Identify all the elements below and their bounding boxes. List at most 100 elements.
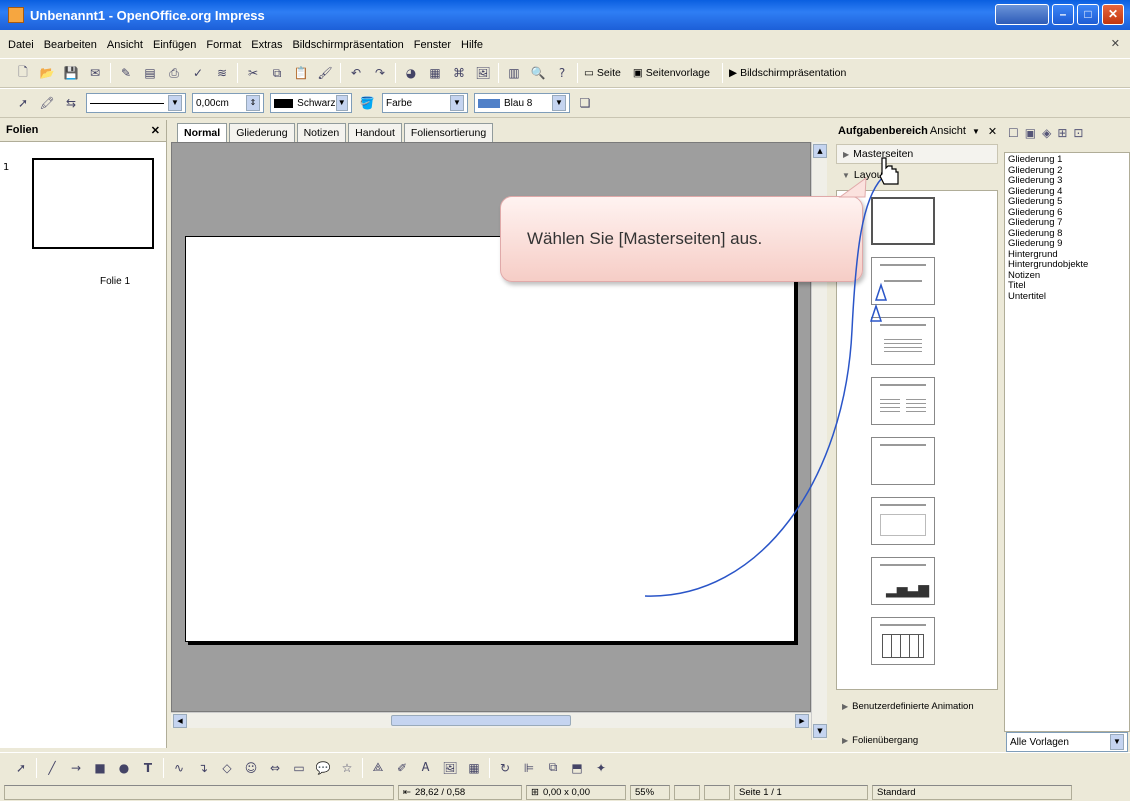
chart-icon[interactable]: ◕ (402, 64, 420, 82)
menu-datei[interactable]: Datei (8, 39, 34, 51)
style-item[interactable]: Gliederung 9 (1008, 238, 1126, 250)
extrusion-icon[interactable]: ⬒ (568, 759, 586, 777)
menu-extras[interactable]: Extras (251, 39, 282, 51)
navigator-icon[interactable]: ⌘ (450, 64, 468, 82)
grid-icon[interactable]: ▥ (505, 64, 523, 82)
tab-gliederung[interactable]: Gliederung (229, 123, 295, 142)
tab-handout[interactable]: Handout (348, 123, 402, 142)
fill-type-select[interactable]: Farbe ▼ (382, 93, 468, 113)
rotate-icon[interactable]: ↻ (496, 759, 514, 777)
rectangle-icon[interactable]: ■ (91, 759, 109, 777)
scroll-right-icon[interactable]: ▶ (795, 714, 809, 728)
graphics-styles-icon[interactable]: ☐ (1008, 126, 1019, 140)
layout-blank[interactable] (871, 197, 935, 245)
close-document-icon[interactable]: ✕ (1111, 37, 1120, 50)
style-item[interactable]: Gliederung 1 (1008, 154, 1126, 166)
pdf-export-icon[interactable]: ▤ (141, 64, 159, 82)
update-style-icon[interactable]: ⊡ (1073, 126, 1083, 140)
block-arrows-icon[interactable]: ⇔ (266, 759, 284, 777)
seite-button[interactable]: ▭ Seite (584, 67, 621, 79)
line-color-select[interactable]: Schwarz ▼ (270, 93, 352, 113)
arrow-line-icon[interactable]: → (67, 759, 85, 777)
close-task-pane-icon[interactable]: ✕ (988, 125, 997, 138)
curve-icon[interactable]: ∿ (170, 759, 188, 777)
gallery-icon[interactable]: ▦ (465, 759, 483, 777)
maximize-button[interactable]: □ (1077, 4, 1099, 25)
open-icon[interactable]: 📂 (38, 64, 56, 82)
layouts-section[interactable]: ▼ Layouts (836, 166, 998, 184)
menu-fenster[interactable]: Fenster (414, 39, 451, 51)
style-item[interactable]: Untertitel (1008, 291, 1126, 303)
format-paintbrush-icon[interactable]: 🖌 (316, 64, 334, 82)
glue-points-icon[interactable]: ✐ (393, 759, 411, 777)
print-icon[interactable]: ⎙ (165, 64, 183, 82)
flowchart-icon[interactable]: ▭ (290, 759, 308, 777)
view-menu-arrow-icon[interactable]: ▼ (972, 127, 980, 136)
task-pane-view-menu[interactable]: Ansicht (930, 125, 966, 137)
layout-title-only[interactable] (871, 437, 935, 485)
tab-foliensortierung[interactable]: Foliensortierung (403, 123, 494, 142)
gallery-icon[interactable]: 🖼 (474, 64, 492, 82)
menu-bearbeiten[interactable]: Bearbeiten (44, 39, 97, 51)
points-icon[interactable]: ⟁ (369, 759, 387, 777)
shadow-icon[interactable]: ❏ (576, 94, 594, 112)
scroll-left-icon[interactable]: ◀ (173, 714, 187, 728)
ellipse-icon[interactable]: ● (115, 759, 133, 777)
tab-normal[interactable]: Normal (177, 123, 228, 142)
animation-icon[interactable]: ✦ (592, 759, 610, 777)
callouts-icon[interactable]: 💬 (314, 759, 332, 777)
layout-title-list[interactable] (871, 317, 935, 365)
spellcheck-icon[interactable]: ✓ (189, 64, 207, 82)
autospell-icon[interactable]: ≋ (213, 64, 231, 82)
layout-title-content[interactable] (871, 257, 935, 305)
horizontal-scrollbar[interactable]: ◀ ▶ (171, 712, 811, 728)
symbol-shapes-icon[interactable]: ☺ (242, 759, 260, 777)
basic-shapes-icon[interactable]: ◇ (218, 759, 236, 777)
new-icon[interactable]: 🗋 (14, 64, 32, 82)
menu-hilfe[interactable]: Hilfe (461, 39, 483, 51)
save-icon[interactable]: 💾 (62, 64, 80, 82)
new-style-icon[interactable]: ⊞ (1057, 126, 1067, 140)
minimize-button[interactable]: – (1052, 4, 1074, 25)
zoom-icon[interactable]: 🔍 (529, 64, 547, 82)
help-icon[interactable]: ? (553, 64, 571, 82)
stars-icon[interactable]: ☆ (338, 759, 356, 777)
fill-bucket-icon[interactable]: 🪣 (358, 94, 376, 112)
style-item[interactable]: Titel (1008, 280, 1126, 292)
slide-thumbnail[interactable] (32, 158, 154, 249)
style-item[interactable]: Gliederung 7 (1008, 217, 1126, 229)
mail-icon[interactable]: ✉ (86, 64, 104, 82)
line-style-icon[interactable]: 🖍 (38, 94, 56, 112)
custom-animation-section[interactable]: ▶ Benutzerdefinierte Animation (836, 698, 998, 715)
master-pages-section[interactable]: ▶ Masterseiten (836, 144, 998, 164)
text-icon[interactable]: T (139, 759, 157, 777)
from-file-icon[interactable]: 🖼 (441, 759, 459, 777)
style-item[interactable]: Hintergrundobjekte (1008, 259, 1126, 271)
style-item[interactable]: Gliederung 3 (1008, 175, 1126, 187)
paste-icon[interactable]: 📋 (292, 64, 310, 82)
menu-einfuegen[interactable]: Einfügen (153, 39, 196, 51)
select-arrow-icon[interactable]: ➚ (14, 94, 32, 112)
scroll-up-icon[interactable]: ▲ (813, 144, 827, 158)
layout-two-columns[interactable] (871, 377, 935, 425)
menu-bildschirmpraesentation[interactable]: Bildschirmpräsentation (292, 39, 403, 51)
fill-color-select[interactable]: Blau 8 ▼ (474, 93, 570, 113)
undo-icon[interactable]: ↶ (347, 64, 365, 82)
praesentation-button[interactable]: ▶ Bildschirmpräsentation (729, 67, 846, 79)
close-panel-icon[interactable]: ✕ (151, 124, 160, 137)
arrange-icon[interactable]: ⧉ (544, 759, 562, 777)
close-button[interactable]: ✕ (1102, 4, 1124, 25)
layout-centered-text[interactable] (871, 497, 935, 545)
layout-chart[interactable]: ▂▅▃▆ (871, 557, 935, 605)
zoom-field[interactable]: 55% (630, 785, 670, 800)
arrow-style-icon[interactable]: ⇆ (62, 94, 80, 112)
transition-section[interactable]: ▶ Folienübergang (836, 732, 998, 749)
select-icon[interactable]: ➚ (12, 759, 30, 777)
layout-table[interactable] (871, 617, 935, 665)
scroll-down-icon[interactable]: ▼ (813, 724, 827, 738)
cut-icon[interactable]: ✂ (244, 64, 262, 82)
connector-icon[interactable]: ↴ (194, 759, 212, 777)
menu-ansicht[interactable]: Ansicht (107, 39, 143, 51)
copy-icon[interactable]: ⧉ (268, 64, 286, 82)
tab-notizen[interactable]: Notizen (296, 123, 347, 142)
